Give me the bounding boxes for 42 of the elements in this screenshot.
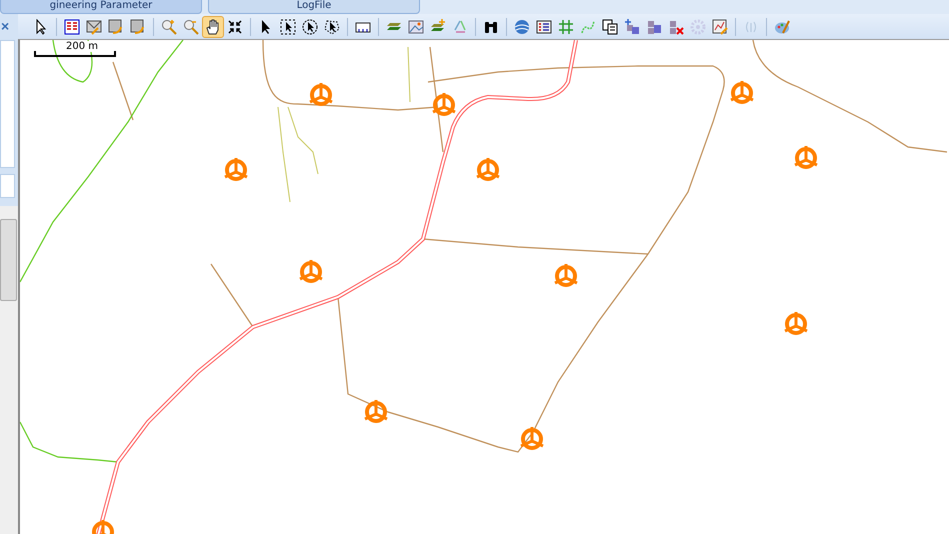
site-icon[interactable]: [224, 156, 248, 181]
copy-icon: [602, 18, 618, 34]
site-icon[interactable]: [364, 398, 388, 423]
site-icon[interactable]: [730, 80, 754, 104]
tab[interactable]: LogFile: [208, 0, 420, 14]
panel-box: [0, 174, 15, 198]
site-icon[interactable]: [476, 156, 500, 181]
site-icon[interactable]: [554, 262, 578, 287]
zoom-in-icon: [161, 18, 177, 34]
site-icon[interactable]: [308, 82, 334, 106]
site-icon[interactable]: [298, 258, 324, 283]
cubes-delete-icon: [668, 18, 684, 34]
site-icon[interactable]: [90, 518, 116, 534]
table-icon: [64, 18, 80, 34]
site-icon[interactable]: [520, 426, 544, 450]
site-icon[interactable]: [784, 310, 808, 335]
envelope-icon: [86, 18, 102, 34]
tab[interactable]: gineering Parameter: [0, 0, 202, 14]
cubes-add-icon: [624, 18, 640, 34]
hand-icon: [205, 18, 221, 34]
collapse-icon: [227, 18, 243, 34]
site-icon[interactable]: [794, 144, 818, 169]
scrollbar[interactable]: [0, 206, 18, 534]
scroll-thumb[interactable]: [0, 219, 17, 301]
zoom-out-icon: [183, 18, 199, 34]
list-icon: [536, 18, 552, 34]
polygon-select-icon: [324, 18, 340, 34]
circle-select-icon: [302, 18, 318, 34]
scale-label: 200 m: [64, 41, 100, 52]
grid-icon: [558, 18, 574, 34]
cubes-icon: [646, 18, 662, 34]
globe-icon: [514, 18, 530, 34]
tool-button[interactable]: [202, 16, 224, 38]
chart-edit-icon: [712, 18, 728, 34]
image-icon: [408, 18, 424, 34]
palette-icon: [774, 18, 790, 34]
box-select-icon: [280, 18, 296, 34]
close-button[interactable]: ×: [0, 14, 18, 38]
route-icon: [580, 18, 596, 34]
site-icon[interactable]: [432, 92, 456, 116]
gear-icon: [690, 18, 706, 34]
map-canvas[interactable]: 200 m: [18, 39, 949, 534]
